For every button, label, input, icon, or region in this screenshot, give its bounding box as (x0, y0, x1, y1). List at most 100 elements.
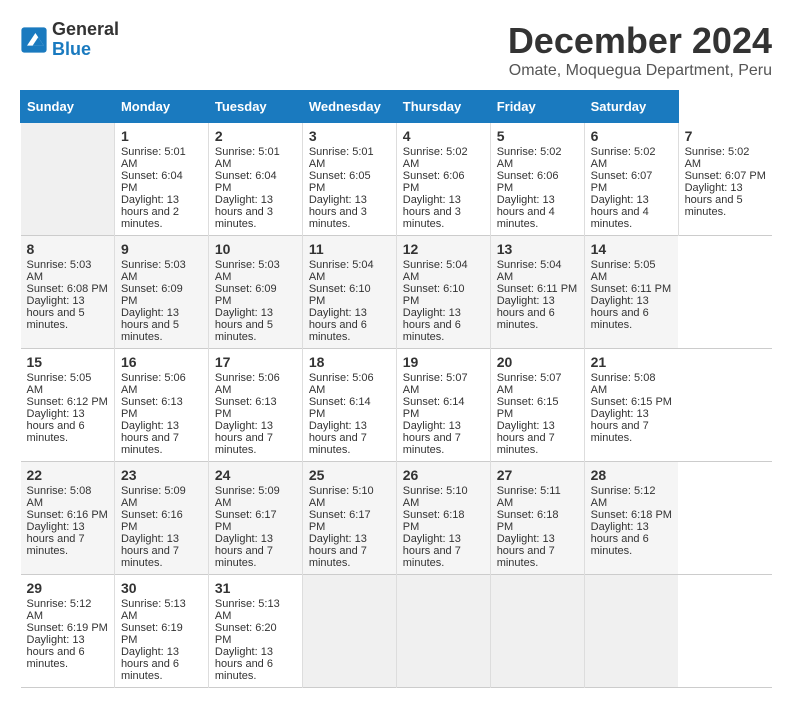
sunrise: Sunrise: 5:12 AM (27, 598, 92, 622)
logo: General Blue (20, 20, 119, 60)
sunrise: Sunrise: 5:06 AM (309, 372, 374, 396)
day-cell-29: 29Sunrise: 5:12 AMSunset: 6:19 PMDayligh… (21, 575, 115, 688)
sunset: Sunset: 6:10 PM (309, 283, 371, 307)
sunset: Sunset: 6:18 PM (591, 509, 672, 521)
sunset: Sunset: 6:09 PM (215, 283, 277, 307)
day-cell-14: 14Sunrise: 5:05 AMSunset: 6:11 PMDayligh… (584, 236, 678, 349)
sunrise: Sunrise: 5:06 AM (121, 372, 186, 396)
daylight: Daylight: 13 hours and 6 minutes. (591, 295, 649, 331)
day-cell-24: 24Sunrise: 5:09 AMSunset: 6:17 PMDayligh… (208, 462, 302, 575)
daylight: Daylight: 13 hours and 2 minutes. (121, 194, 179, 230)
sunset: Sunset: 6:08 PM (27, 283, 108, 295)
daylight: Daylight: 13 hours and 7 minutes. (403, 533, 461, 569)
sunset: Sunset: 6:06 PM (403, 170, 465, 194)
sunset: Sunset: 6:07 PM (591, 170, 653, 194)
day-cell-15: 15 Sunrise: 5:05 AMSunset: 6:12 PMDayligh… (21, 349, 115, 462)
sunrise: Sunrise: 5:01 AM (121, 146, 186, 170)
day-number: 5 (497, 128, 578, 144)
day-number: 28 (591, 467, 672, 483)
sunrise: Sunrise: 5:03 AM (27, 259, 92, 283)
day-number: 11 (309, 241, 390, 257)
empty-cell (584, 575, 678, 688)
sunrise: Sunrise: 5:06 AM (215, 372, 280, 396)
col-header-thursday: Thursday (396, 91, 490, 123)
day-number: 26 (403, 467, 484, 483)
col-header-wednesday: Wednesday (302, 91, 396, 123)
sunset: Sunset: 6:15 PM (497, 396, 559, 420)
sunrise: Sunrise: 5:05 AM (591, 259, 656, 283)
day-number: 25 (309, 467, 390, 483)
day-cell-6: 6Sunrise: 5:02 AMSunset: 6:07 PMDaylight… (584, 123, 678, 236)
day-number: 14 (591, 241, 672, 257)
sunrise: Sunrise: 5:02 AM (403, 146, 468, 170)
empty-cell (490, 575, 584, 688)
subtitle: Omate, Moquegua Department, Peru (508, 62, 772, 80)
daylight: Daylight: 13 hours and 5 minutes. (27, 295, 85, 331)
day-cell-7: 7Sunrise: 5:02 AMSunset: 6:07 PMDaylight… (678, 123, 772, 236)
daylight: Daylight: 13 hours and 6 minutes. (215, 646, 273, 682)
day-number: 4 (403, 128, 484, 144)
sunrise: Sunrise: 5:09 AM (215, 485, 280, 509)
sunrise: Sunrise: 5:12 AM (591, 485, 656, 509)
col-header-saturday: Saturday (584, 91, 678, 123)
logo-line2: Blue (52, 40, 119, 60)
sunset: Sunset: 6:09 PM (121, 283, 183, 307)
week-row-3: 15Sunrise: 5:05 AMSunset: 6:12 PMDayligh… (21, 349, 773, 462)
day-number: 15 (27, 354, 108, 370)
title-area: December 2024 Omate, Moquegua Department… (508, 20, 772, 80)
day-cell-16: 16Sunrise: 5:06 AMSunset: 6:13 PMDayligh… (114, 349, 208, 462)
day-cell-26: 26Sunrise: 5:10 AMSunset: 6:18 PMDayligh… (396, 462, 490, 575)
sunrise: Sunrise: 5:02 AM (685, 146, 750, 170)
day-cell-17: 17Sunrise: 5:06 AMSunset: 6:13 PMDayligh… (208, 349, 302, 462)
col-header-friday: Friday (490, 91, 584, 123)
day-cell-31: 31Sunrise: 5:13 AMSunset: 6:20 PMDayligh… (208, 575, 302, 688)
col-header-monday: Monday (114, 91, 208, 123)
daylight: Daylight: 13 hours and 7 minutes. (497, 420, 555, 456)
col-header-sunday: Sunday (21, 91, 115, 123)
week-row-4: 22Sunrise: 5:08 AMSunset: 6:16 PMDayligh… (21, 462, 773, 575)
sunset: Sunset: 6:19 PM (27, 622, 108, 634)
sunrise: Sunrise: 5:04 AM (497, 259, 562, 283)
daylight: Daylight: 13 hours and 6 minutes. (497, 295, 555, 331)
day-cell-27: 27Sunrise: 5:11 AMSunset: 6:18 PMDayligh… (490, 462, 584, 575)
day-number: 9 (121, 241, 202, 257)
day-cell-11: 11Sunrise: 5:04 AMSunset: 6:10 PMDayligh… (302, 236, 396, 349)
day-cell-20: 20Sunrise: 5:07 AMSunset: 6:15 PMDayligh… (490, 349, 584, 462)
day-number: 1 (121, 128, 202, 144)
day-number: 8 (27, 241, 108, 257)
day-cell-22: 22Sunrise: 5:08 AMSunset: 6:16 PMDayligh… (21, 462, 115, 575)
sunrise: Sunrise: 5:05 AM (27, 372, 92, 396)
daylight: Daylight: 13 hours and 6 minutes. (27, 634, 85, 670)
day-number: 13 (497, 241, 578, 257)
day-number: 16 (121, 354, 202, 370)
sunset: Sunset: 6:05 PM (309, 170, 371, 194)
week-row-5: 29Sunrise: 5:12 AMSunset: 6:19 PMDayligh… (21, 575, 773, 688)
day-number: 31 (215, 580, 296, 596)
day-number: 7 (685, 128, 766, 144)
daylight: Daylight: 13 hours and 7 minutes. (591, 408, 649, 444)
day-number: 10 (215, 241, 296, 257)
daylight: Daylight: 13 hours and 5 minutes. (215, 307, 273, 343)
logo-line1: General (52, 20, 119, 40)
sunrise: Sunrise: 5:01 AM (309, 146, 374, 170)
sunset: Sunset: 6:04 PM (215, 170, 277, 194)
sunrise: Sunrise: 5:01 AM (215, 146, 280, 170)
sunset: Sunset: 6:17 PM (215, 509, 277, 533)
day-cell-2: 2Sunrise: 5:01 AMSunset: 6:04 PMDaylight… (208, 123, 302, 236)
header: General Blue December 2024 Omate, Moqueg… (20, 20, 772, 80)
day-number: 12 (403, 241, 484, 257)
day-number: 6 (591, 128, 672, 144)
daylight: Daylight: 13 hours and 4 minutes. (591, 194, 649, 230)
sunrise: Sunrise: 5:04 AM (309, 259, 374, 283)
daylight: Daylight: 13 hours and 7 minutes. (27, 521, 85, 557)
day-number: 19 (403, 354, 484, 370)
daylight: Daylight: 13 hours and 7 minutes. (309, 420, 367, 456)
daylight: Daylight: 13 hours and 4 minutes. (497, 194, 555, 230)
sunrise: Sunrise: 5:07 AM (497, 372, 562, 396)
week-row-1: 1Sunrise: 5:01 AMSunset: 6:04 PMDaylight… (21, 123, 773, 236)
sunset: Sunset: 6:12 PM (27, 396, 108, 408)
daylight: Daylight: 13 hours and 6 minutes. (27, 408, 85, 444)
daylight: Daylight: 13 hours and 3 minutes. (403, 194, 461, 230)
day-cell-13: 13Sunrise: 5:04 AMSunset: 6:11 PMDayligh… (490, 236, 584, 349)
sunrise: Sunrise: 5:10 AM (309, 485, 374, 509)
